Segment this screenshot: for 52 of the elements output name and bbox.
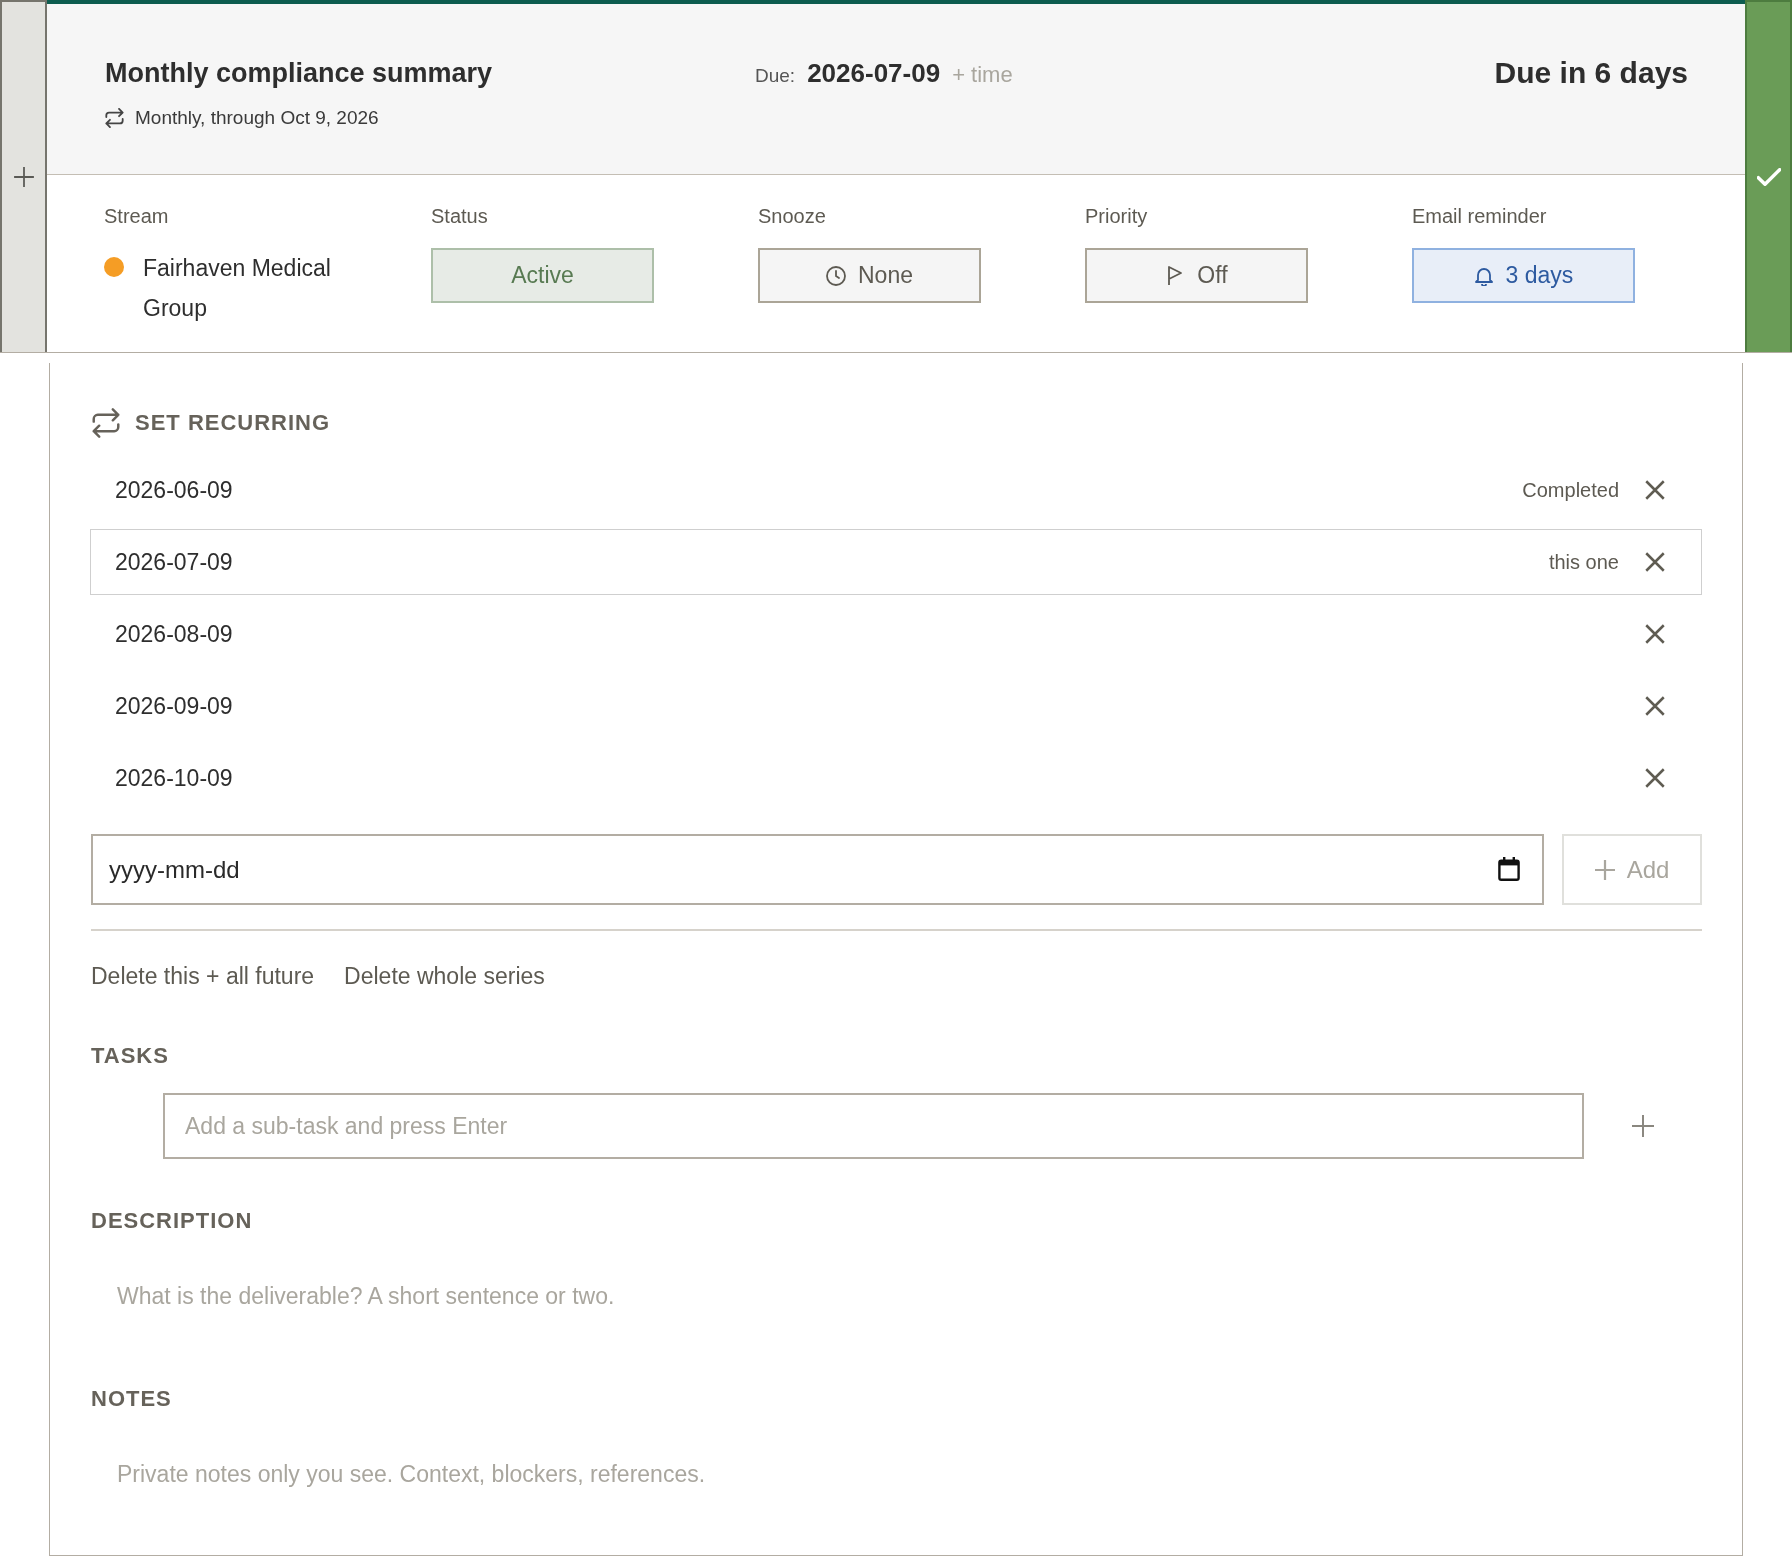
occurrence-date: 2026-06-09 (115, 476, 233, 504)
section-heading: TASKS (91, 1042, 169, 1070)
field-label: Email reminder (1412, 204, 1547, 229)
occurrence-row[interactable]: 2026-08-09 (90, 601, 1702, 667)
occurrence-note: this one (1548, 550, 1619, 574)
priority-button[interactable]: Off (1085, 248, 1308, 303)
snooze-button[interactable]: None (758, 248, 981, 303)
clock-icon (826, 265, 846, 286)
calendar-icon[interactable] (1498, 857, 1520, 881)
email-reminder-button[interactable]: 3 days (1412, 248, 1635, 303)
field-label: Snooze (758, 204, 826, 229)
delete-link[interactable]: Delete whole series (344, 961, 545, 991)
occurrence-note: Completed (1522, 478, 1619, 502)
description-field[interactable]: What is the deliverable? A short sentence or two. (91, 1266, 1702, 1346)
close-icon[interactable] (1645, 696, 1665, 716)
due-label: Due: (755, 64, 796, 88)
close-icon[interactable] (1645, 624, 1665, 644)
status-button[interactable]: Active (431, 248, 654, 303)
plus-icon (12, 166, 35, 188)
check-icon (1756, 168, 1781, 186)
repeat-icon (105, 108, 124, 128)
close-icon[interactable] (1645, 552, 1665, 572)
bell-icon (1473, 265, 1494, 286)
field-label: Stream (104, 204, 169, 229)
occurrence-row[interactable]: 2026-09-09 (90, 673, 1702, 739)
plus-icon[interactable] (1632, 1115, 1654, 1137)
occurrence-row[interactable]: 2026-07-09 this one (90, 529, 1702, 595)
subtask-input[interactable]: Add a sub-task and press Enter (163, 1093, 1584, 1159)
due-countdown: Due in 6 days (1494, 55, 1688, 91)
task-title: Monthly compliance summary (105, 57, 493, 90)
field-label: Status (431, 204, 488, 229)
occurrence-date: 2026-08-09 (115, 620, 233, 648)
occurrence-date: 2026-10-09 (115, 764, 233, 792)
close-icon[interactable] (1645, 480, 1665, 500)
stream-name[interactable]: Fairhaven Medical Group (143, 248, 373, 328)
due-date[interactable]: 2026-07-09 (807, 55, 941, 91)
plus-icon (1594, 859, 1615, 880)
side-add-button[interactable] (0, 0, 47, 352)
date-input-field[interactable]: yyyy-mm-dd (91, 834, 1544, 905)
occurrence-date: 2026-07-09 (115, 548, 233, 576)
section-heading: NOTES (91, 1385, 172, 1413)
field-label: Priority (1085, 204, 1148, 229)
recurrence-summary: Monthly, through Oct 9, 2026 (135, 106, 379, 130)
occurrence-row[interactable]: 2026-10-09 (90, 745, 1702, 811)
occurrence-date: 2026-09-09 (115, 692, 233, 720)
delete-link[interactable]: Delete this + all future (91, 961, 315, 991)
occurrence-row[interactable]: 2026-06-09 Completed (90, 457, 1702, 523)
close-icon[interactable] (1645, 768, 1665, 788)
notes-field[interactable]: Private notes only you see. Context, blockers, references. (91, 1444, 1702, 1524)
section-heading: DESCRIPTION (91, 1207, 253, 1235)
repeat-icon (92, 408, 120, 438)
section-heading: SET RECURRING (135, 409, 331, 437)
